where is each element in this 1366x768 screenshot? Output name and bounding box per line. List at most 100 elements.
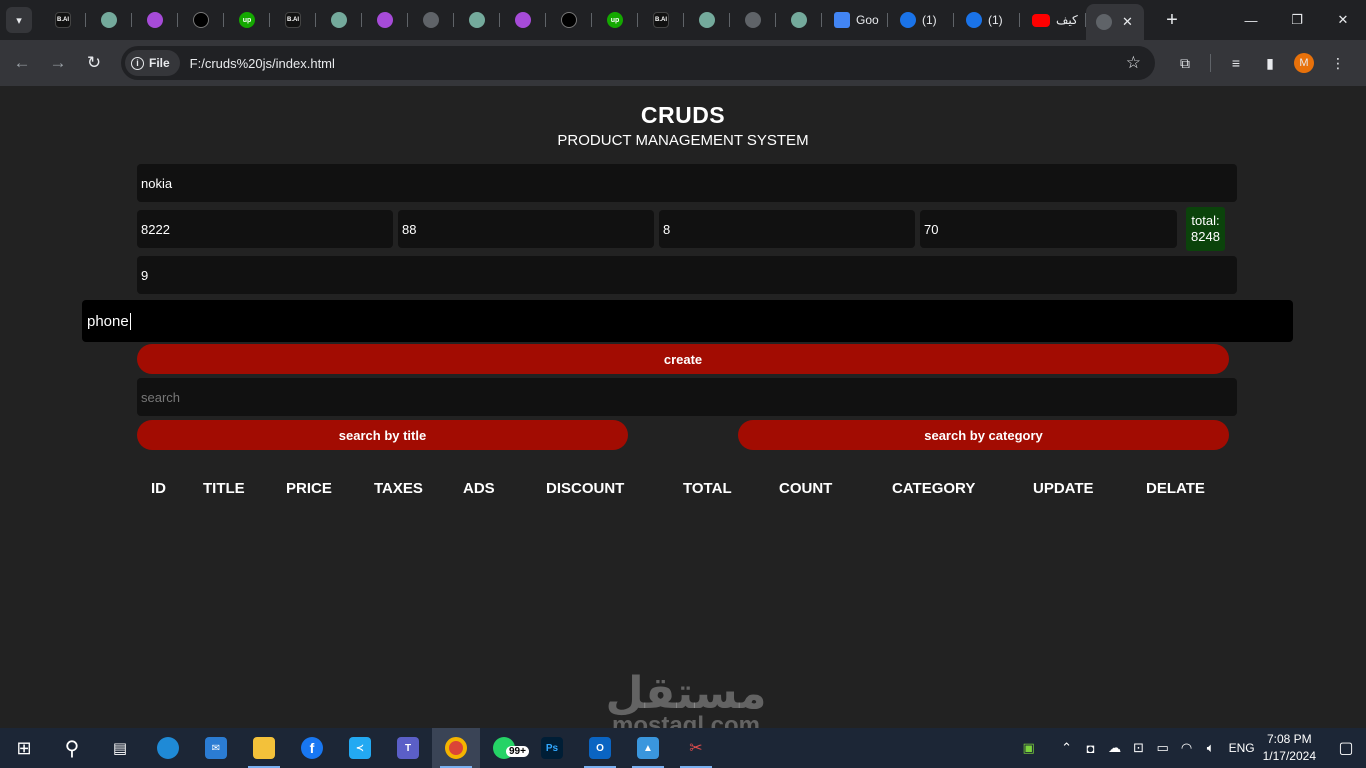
browser-tab[interactable]: كيف (1020, 4, 1086, 36)
column-header: ID (151, 480, 166, 497)
close-tab-icon[interactable]: ✕ (1122, 14, 1133, 30)
url-text[interactable]: F:/cruds%20js/index.html (190, 56, 335, 71)
browser-tab[interactable] (362, 4, 408, 36)
battery-icon[interactable]: ▭ (1151, 740, 1175, 756)
browser-tab[interactable] (776, 4, 822, 36)
outlook-taskbar-item[interactable]: O (576, 728, 624, 768)
wifi-icon[interactable]: ◠ (1175, 740, 1199, 756)
table-header: ID TITLE PRICE TAXES ADS DISCOUNT TOTAL … (0, 480, 1366, 500)
site-info-chip[interactable]: i File (125, 50, 180, 76)
purple-bot-icon (147, 12, 163, 28)
tab-title: (1) (988, 13, 1003, 27)
globe-icon (745, 12, 761, 28)
taxes-input[interactable]: 88 (398, 210, 654, 248)
browser-tab[interactable] (730, 4, 776, 36)
explorer-taskbar-item[interactable] (240, 728, 288, 768)
search-input[interactable]: search (137, 378, 1237, 416)
notification-center-icon[interactable]: ▢ (1326, 728, 1366, 768)
start-button[interactable]: ⊞ (0, 728, 48, 768)
browser-tab[interactable]: (1) (888, 4, 954, 36)
browser-tab[interactable] (454, 4, 500, 36)
dark-circle-icon (561, 12, 577, 28)
whatsapp-taskbar-item[interactable]: 99+ (480, 728, 529, 768)
page-title: CRUDS (640, 102, 726, 128)
camera-icon[interactable]: ◘ (1079, 741, 1103, 756)
close-window-icon[interactable]: ✕ (1320, 0, 1366, 40)
purple-bot-icon (515, 12, 531, 28)
browser-tab[interactable]: up (224, 4, 270, 36)
browser-tab[interactable]: (1) (954, 4, 1020, 36)
browser-tab[interactable]: B.AI (638, 4, 684, 36)
volume-icon[interactable]: 🔈︎ (1199, 740, 1223, 756)
vscode-taskbar-item[interactable]: ≺ (336, 728, 384, 768)
column-header: TITLE (203, 480, 245, 497)
photoshop-icon: Ps (541, 737, 563, 759)
show-hidden-icons-chevron-icon[interactable]: ⌃ (1055, 740, 1079, 756)
restore-icon[interactable]: ❐ (1274, 0, 1320, 40)
browser-tab[interactable] (500, 4, 546, 36)
security-icon[interactable]: ⊡ (1127, 740, 1151, 756)
browser-tab[interactable] (546, 4, 592, 36)
browser-tab[interactable] (86, 4, 132, 36)
bookmark-star-icon[interactable]: ☆ (1126, 53, 1141, 73)
media-control-icon[interactable]: ≡ (1219, 46, 1253, 80)
total-value: 8248 (1191, 229, 1220, 244)
address-bar[interactable]: i File F:/cruds%20js/index.html ☆ (121, 46, 1155, 80)
green-app-tray-icon[interactable]: ▣ (1017, 740, 1041, 756)
search-by-title-button[interactable]: search by title (137, 420, 628, 450)
create-button[interactable]: create (137, 344, 1229, 374)
title-input[interactable]: nokia (137, 164, 1237, 202)
browser-tab[interactable]: Goo (822, 4, 888, 36)
clock[interactable]: 7:08 PM 1/17/2024 (1263, 731, 1316, 765)
snipping-tool-taskbar-item[interactable]: ✂ (672, 728, 720, 768)
onedrive-cloud-icon[interactable]: ☁ (1103, 740, 1127, 756)
browser-tab-strip: ▾ B.AI up B.AI up B.AI Goo (1) (1) كيف ✕… (0, 0, 1366, 40)
browser-tab[interactable] (316, 4, 362, 36)
task-view-button[interactable]: ▤ (96, 728, 144, 768)
forward-icon[interactable]: → (40, 45, 76, 81)
category-value: phone (87, 312, 129, 330)
search-button[interactable]: ⚲ (48, 728, 96, 768)
back-icon[interactable]: ← (4, 45, 40, 81)
chrome-taskbar-item[interactable] (432, 728, 480, 768)
upwork-icon: up (239, 12, 255, 28)
browser-tab[interactable] (132, 4, 178, 36)
discount-input[interactable]: 70 (920, 210, 1177, 248)
profile-avatar[interactable]: M (1294, 53, 1314, 73)
browser-tab[interactable] (684, 4, 730, 36)
count-input[interactable]: 9 (137, 256, 1237, 294)
bai-icon: B.AI (285, 12, 301, 28)
browser-tab[interactable]: B.AI (40, 4, 86, 36)
search-by-category-button[interactable]: search by category (738, 420, 1229, 450)
photoshop-taskbar-item[interactable]: Ps (528, 728, 576, 768)
blue-notify-icon (966, 12, 982, 28)
language-indicator[interactable]: ENG (1229, 741, 1255, 755)
facebook-taskbar-item[interactable]: f (288, 728, 336, 768)
browser-tab[interactable]: B.AI (270, 4, 316, 36)
browser-tab[interactable] (408, 4, 454, 36)
price-input[interactable]: 8222 (137, 210, 393, 248)
photos-taskbar-item[interactable]: ▲ (624, 728, 672, 768)
column-header: TAXES (374, 480, 423, 497)
reload-icon[interactable]: ↻ (76, 45, 112, 81)
browser-tab[interactable] (178, 4, 224, 36)
tab-search-chevron-icon[interactable]: ▾ (6, 7, 32, 33)
chatgpt-icon (331, 12, 347, 28)
tab-title: كيف (1056, 13, 1078, 27)
kebab-menu-icon[interactable]: ⋮ (1321, 46, 1355, 80)
ads-input[interactable]: 8 (659, 210, 915, 248)
category-input[interactable]: phone (82, 300, 1293, 342)
mail-taskbar-item[interactable]: ✉ (192, 728, 240, 768)
task-view-icon: ▤ (112, 740, 128, 757)
minimize-icon[interactable]: — (1228, 0, 1274, 40)
teams-taskbar-item[interactable]: T (384, 728, 432, 768)
globe-icon (1096, 14, 1112, 30)
side-panel-icon[interactable]: ▮ (1253, 46, 1287, 80)
extensions-puzzle-icon[interactable]: ⧉ (1168, 46, 1202, 80)
new-tab-icon[interactable]: + (1160, 9, 1184, 32)
active-browser-tab[interactable]: ✕ (1086, 4, 1144, 40)
bai-icon: B.AI (55, 12, 71, 28)
browser-tab[interactable]: up (592, 4, 638, 36)
edge-taskbar-item[interactable] (144, 728, 192, 768)
vscode-icon: ≺ (349, 737, 371, 759)
